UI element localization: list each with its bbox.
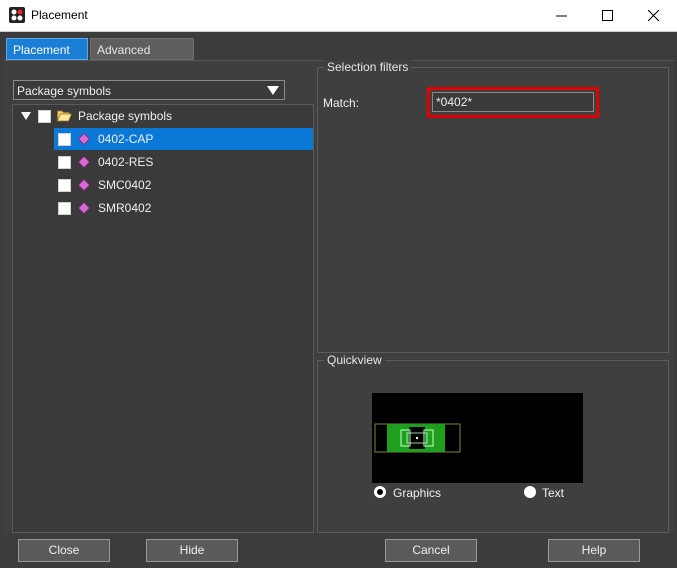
maximize-button[interactable] [585,0,631,31]
tree-item-label: SMR0402 [98,201,152,215]
package-symbol-icon [78,202,90,214]
placement-app-icon [9,7,25,23]
hide-button[interactable]: Hide [146,539,238,562]
tree-item-smr0402[interactable]: SMR0402 [54,197,313,219]
maximize-icon [602,10,613,21]
item-checkbox[interactable] [58,179,71,192]
root-checkbox[interactable] [38,110,51,123]
tree-item-smc0402[interactable]: SMC0402 [54,174,313,196]
tree-item-label: 0402-RES [98,155,154,169]
dropdown-selected-value: Package symbols [17,84,112,98]
text-radio-label: Text [542,486,565,500]
quickview-preview [372,393,583,483]
cancel-button[interactable]: Cancel [385,539,477,562]
tree-item-0402-cap[interactable]: 0402-CAP [54,128,313,150]
tab-placement-list[interactable]: Placement List [6,38,88,79]
tree-root-row[interactable]: Package symbols [13,105,313,127]
text-radio[interactable] [524,486,536,498]
tree-root-label: Package symbols [78,109,173,123]
expand-triangle-icon[interactable] [21,112,31,120]
tree-item-label: SMC0402 [98,178,152,192]
package-symbol-icon [78,133,90,145]
title-bar[interactable]: Placement [0,0,677,32]
item-checkbox[interactable] [58,202,71,215]
item-checkbox[interactable] [58,133,71,146]
quickview-title: Quickview [324,353,385,367]
tree-item-label: 0402-CAP [98,132,154,146]
tab-advanced-settings[interactable]: Advanced Settings [90,38,194,79]
match-input[interactable] [432,92,594,112]
package-symbol-icon [78,179,90,191]
close-icon [648,10,659,21]
package-symbol-icon [78,156,90,168]
graphics-radio[interactable] [374,486,386,498]
match-label: Match: [323,96,360,110]
item-checkbox[interactable] [58,156,71,169]
graphics-radio-label: Graphics [393,486,442,500]
help-button[interactable]: Help [548,539,640,562]
window-title: Placement [31,8,88,22]
chevron-down-icon [267,86,279,95]
footprint-graphic [374,423,461,453]
close-button[interactable]: Close [18,539,110,562]
minimize-icon [556,15,567,17]
close-window-button[interactable] [631,0,677,31]
minimize-button[interactable] [539,0,585,31]
symbol-tree[interactable]: Package symbols 0402-CAP 0402-RES SMC040… [12,104,314,533]
symbol-type-dropdown[interactable]: Package symbols [13,80,285,100]
tree-item-0402-res[interactable]: 0402-RES [54,151,313,173]
selection-filters-title: Selection filters [324,60,412,74]
radio-selected-dot [377,489,383,495]
folder-open-icon [57,110,72,122]
